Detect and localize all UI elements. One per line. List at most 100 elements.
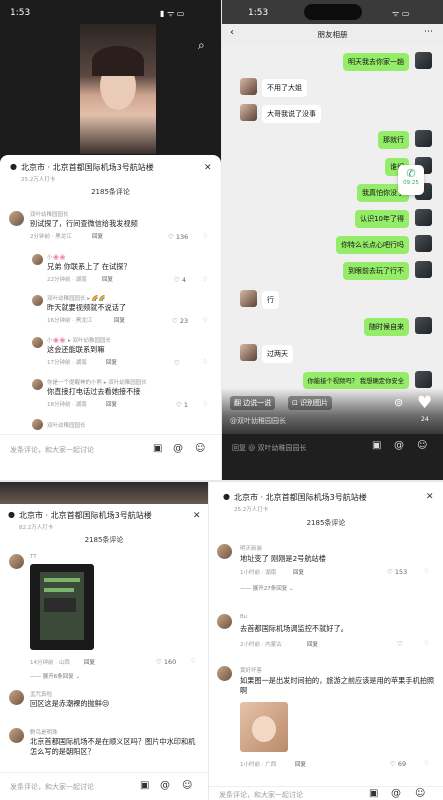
comment-input[interactable]: 发条评论，和大家一起讨论	[10, 445, 94, 455]
emoji-icon[interactable]: ☺	[415, 788, 425, 799]
avatar[interactable]	[240, 78, 257, 95]
reply-button[interactable]: 回复	[307, 640, 318, 648]
comment-username[interactable]: 明天新装	[240, 544, 262, 552]
image-icon[interactable]: ▣	[372, 440, 381, 451]
avatar[interactable]	[32, 379, 43, 390]
divider	[221, 0, 222, 480]
emoji-icon[interactable]: ☺	[182, 780, 192, 791]
reply-button[interactable]: 回复	[295, 760, 306, 768]
comment-image[interactable]	[30, 564, 94, 650]
like-count[interactable]: ♡	[174, 359, 180, 367]
image-icon[interactable]: ▣	[369, 788, 378, 799]
comment-username[interactable]: 小🌸🌸 ▸ 双叶幼稚园园长	[47, 336, 111, 344]
search-icon[interactable]: ⌕	[198, 38, 205, 53]
recognize-image-button[interactable]: ⊡ 识别图片	[288, 396, 333, 410]
video-strip[interactable]	[0, 482, 208, 504]
reply-button[interactable]: 回复	[106, 400, 117, 408]
image-icon[interactable]: ▣	[153, 443, 162, 454]
dislike-icon[interactable]: ♢	[423, 567, 429, 575]
comment-username[interactable]: 双叶幼稚园园长	[47, 421, 86, 429]
dislike-icon[interactable]: ♢	[202, 232, 208, 240]
avatar[interactable]	[415, 52, 432, 69]
more-icon[interactable]: ⋯	[424, 27, 433, 37]
like-count[interactable]: ♡ 153	[387, 568, 407, 576]
avatar[interactable]	[240, 104, 257, 121]
like-count[interactable]: ♡ 136	[168, 233, 188, 241]
avatar[interactable]	[32, 419, 43, 430]
comment-input[interactable]: 发条评论，和大家一起讨论	[10, 782, 94, 792]
like-count[interactable]: ♡ 4	[174, 276, 186, 284]
close-icon[interactable]: ✕	[193, 511, 201, 521]
comment-username[interactable]: Bu	[240, 614, 247, 620]
comment-username[interactable]: 双叶幼稚园园长	[30, 210, 69, 218]
reply-button[interactable]: 回复	[114, 316, 125, 324]
avatar[interactable]	[32, 254, 43, 265]
dislike-icon[interactable]: ♢	[202, 400, 208, 408]
shared-by[interactable]: @双叶幼稚园园长	[230, 416, 286, 426]
comment-username[interactable]: 野鸟是明珠	[30, 728, 58, 736]
meme-sticker-image[interactable]	[240, 702, 288, 752]
mention-icon[interactable]: @	[391, 788, 401, 799]
avatar[interactable]	[415, 130, 432, 147]
reply-button[interactable]: 回复	[293, 568, 304, 576]
avatar[interactable]	[217, 544, 232, 559]
mention-icon[interactable]: @	[160, 780, 170, 791]
dislike-icon[interactable]: ♢	[190, 657, 196, 665]
like-count[interactable]: ♡ 23	[172, 317, 188, 325]
dislike-icon[interactable]: ♢	[202, 316, 208, 324]
like-icon[interactable]: ♡	[397, 640, 403, 648]
avatar[interactable]	[9, 728, 24, 743]
avatar[interactable]	[415, 235, 432, 252]
reply-button[interactable]: 回复	[102, 275, 113, 283]
avatar[interactable]	[9, 554, 24, 569]
expand-replies[interactable]: —— 展开27条回复 ⌄	[240, 584, 294, 592]
call-float-window[interactable]: ✆ 09:25	[398, 165, 424, 195]
reply-button[interactable]: 回复	[84, 658, 95, 666]
dislike-icon[interactable]: ♢	[423, 759, 429, 767]
comment-username[interactable]: 小🌸🌸	[47, 253, 66, 261]
close-icon[interactable]: ✕	[426, 492, 434, 502]
reply-button[interactable]: 回复	[106, 358, 117, 366]
like-count[interactable]: ♡ 69	[390, 760, 406, 768]
avatar[interactable]	[217, 614, 232, 629]
location-header[interactable]: ● 北京市 · 北京首都国际机场3号航站楼 25.2万人打卡	[10, 162, 154, 183]
video-frame[interactable]	[80, 24, 156, 154]
comment-input[interactable]: 发条评论，和大家一起讨论	[219, 790, 303, 800]
mention-icon[interactable]: @	[394, 440, 404, 451]
emoji-icon[interactable]: ☺	[195, 443, 205, 454]
avatar[interactable]	[415, 371, 432, 388]
like-count[interactable]: ♡ 160	[156, 658, 176, 666]
avatar[interactable]	[32, 337, 43, 348]
dislike-icon[interactable]: ♢	[202, 275, 208, 283]
avatar[interactable]	[415, 317, 432, 334]
heart-icon[interactable]: ♥	[417, 393, 432, 413]
avatar[interactable]	[415, 209, 432, 226]
emoji-icon[interactable]: ☺	[417, 440, 427, 451]
like-count[interactable]: ♡ 1	[176, 401, 188, 409]
avatar[interactable]	[9, 690, 24, 705]
avatar[interactable]	[240, 290, 257, 307]
mention-icon[interactable]: @	[173, 443, 183, 454]
comment-username[interactable]: 双叶幼稚园园长 ▸ 🌈🌈	[47, 294, 105, 302]
location-header[interactable]: ● 北京市 · 北京首都国际机场3号航站楼 25.2万人打卡	[223, 492, 367, 513]
comment-username[interactable]: TT	[30, 554, 37, 560]
avatar[interactable]	[415, 261, 432, 278]
close-icon[interactable]: ✕	[204, 163, 212, 173]
status-time: 1:53	[10, 8, 31, 18]
comment-username[interactable]: 你是一个提醒神的小熊 ▸ 双叶幼稚园园长	[47, 378, 147, 386]
avatar[interactable]	[240, 344, 257, 361]
location-header[interactable]: ● 北京市 · 北京首都国际机场3号航站楼 82.2万人打卡	[8, 510, 152, 531]
avatar[interactable]	[217, 666, 232, 681]
dislike-icon[interactable]: ♢	[423, 639, 429, 647]
dislike-icon[interactable]: ♢	[202, 358, 208, 366]
reply-input[interactable]: 回复 @ 双叶幼稚园园长	[232, 443, 306, 453]
expand-replies[interactable]: —— 展开6条回复 ⌄	[30, 672, 80, 680]
download-icon[interactable]: ⊜	[394, 396, 403, 409]
translate-button[interactable]: 翻 边说一说	[230, 396, 276, 410]
avatar[interactable]	[32, 295, 43, 306]
image-icon[interactable]: ▣	[140, 780, 149, 791]
comment-username[interactable]: 黄好坏客	[240, 666, 262, 674]
avatar[interactable]	[9, 211, 24, 226]
comment-username[interactable]: 孟咒真啦	[30, 690, 52, 698]
reply-button[interactable]: 回复	[92, 232, 103, 240]
